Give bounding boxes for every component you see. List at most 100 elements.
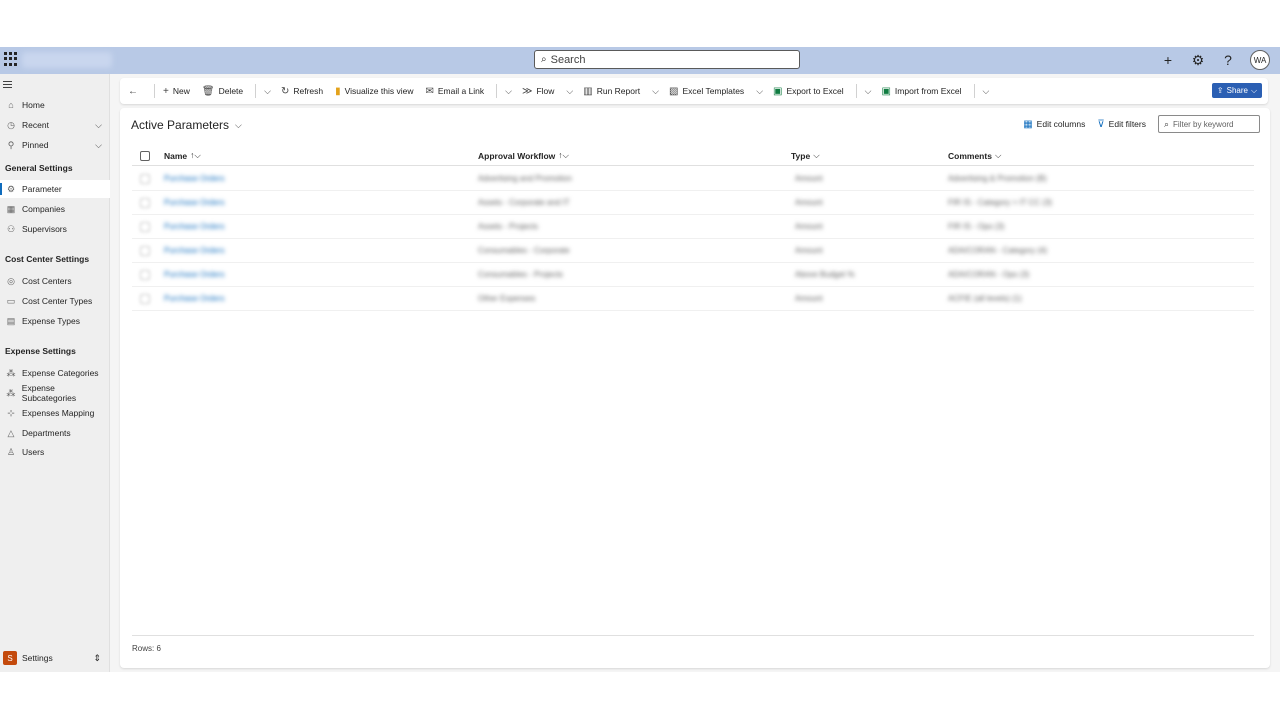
cell-approval-workflow: Consumables - Corporate bbox=[478, 246, 570, 255]
search-icon: ⌕ bbox=[541, 54, 547, 65]
avatar[interactable]: WA bbox=[1250, 50, 1270, 70]
cell-approval-workflow: Advertising and Promotion bbox=[478, 174, 572, 183]
email-link-button[interactable]: ✉ Email a Link bbox=[425, 86, 484, 97]
chevron-down-icon[interactable]: ⌵ bbox=[652, 86, 659, 97]
chevron-down-icon[interactable]: ⌵ bbox=[505, 86, 512, 97]
import-excel-button[interactable]: ▣ Import from Excel bbox=[881, 86, 961, 97]
cell-name[interactable]: Purchase Orders bbox=[164, 198, 224, 207]
divider bbox=[154, 84, 155, 98]
row-checkbox[interactable] bbox=[140, 174, 150, 184]
area-label: Settings bbox=[22, 653, 53, 663]
table-row[interactable]: Purchase Orders Assets - Corporate and I… bbox=[132, 191, 1254, 215]
row-checkbox[interactable] bbox=[140, 222, 150, 232]
sidebar-item-pinned[interactable]: ⚲ Pinned ⌵ bbox=[0, 136, 110, 154]
select-all-checkbox[interactable] bbox=[140, 151, 150, 161]
cell-name[interactable]: Purchase Orders bbox=[164, 246, 224, 255]
sidebar-item-cost-center-types[interactable]: ▭ Cost Center Types bbox=[0, 292, 110, 310]
chevron-down-icon[interactable]: ⌵ bbox=[865, 86, 872, 97]
delete-button[interactable]: 🗑 Delete bbox=[202, 86, 243, 97]
sidebar-item-expense-subcategories[interactable]: ⁂ Expense Subcategories bbox=[0, 383, 110, 403]
cell-name[interactable]: Purchase Orders bbox=[164, 174, 224, 183]
sidebar-item-expenses-mapping[interactable]: ⊹ Expenses Mapping bbox=[0, 404, 110, 422]
search-input[interactable]: ⌕ Search bbox=[534, 50, 800, 69]
shapes-icon: ⁂ bbox=[6, 367, 16, 378]
plus-icon[interactable]: + bbox=[1160, 49, 1176, 71]
sidebar-item-users[interactable]: ♙ Users bbox=[0, 443, 110, 461]
sidebar-item-departments[interactable]: △ Departments bbox=[0, 424, 110, 442]
cell-type: Above Budget % bbox=[795, 270, 855, 279]
wallet-icon: ▭ bbox=[6, 295, 16, 306]
rows-count: Rows: 6 bbox=[132, 644, 161, 653]
chevron-down-icon[interactable]: ⌵ bbox=[95, 140, 102, 151]
gear-icon[interactable]: ⚙ bbox=[1190, 49, 1206, 71]
chevron-down-icon: ⌵ bbox=[1250, 85, 1258, 95]
sidebar-item-recent[interactable]: ◷ Recent ⌵ bbox=[0, 116, 110, 134]
sidebar-item-companies[interactable]: ▦ Companies bbox=[0, 200, 110, 218]
column-header-approval-workflow[interactable]: Approval Workflow ↑⌵ bbox=[478, 150, 569, 161]
cell-approval-workflow: Consumables - Projects bbox=[478, 270, 563, 279]
column-header-comments[interactable]: Comments ⌵ bbox=[948, 150, 1001, 161]
departments-icon: △ bbox=[7, 427, 15, 438]
row-checkbox[interactable] bbox=[140, 198, 150, 208]
cell-type: Amount bbox=[795, 294, 823, 303]
back-button[interactable]: ← bbox=[128, 86, 142, 97]
edit-filters-button[interactable]: ⊽ Edit filters bbox=[1097, 119, 1146, 130]
cell-approval-workflow: Assets - Projects bbox=[478, 222, 539, 231]
receipt-icon: ▤ bbox=[6, 315, 16, 326]
app-launcher-icon[interactable] bbox=[4, 52, 18, 66]
cell-comments: Advertising & Promotion (B) bbox=[948, 174, 1047, 183]
command-bar: ← + New 🗑 Delete ⌵ ↻ Refresh ▮ Visualize thi… bbox=[120, 78, 1268, 104]
template-icon: ▧ bbox=[669, 85, 679, 97]
refresh-button[interactable]: ↻ Refresh bbox=[281, 86, 323, 97]
table-row[interactable]: Purchase Orders Consumables - Projects A… bbox=[132, 263, 1254, 287]
sort-icon: ↑⌵ bbox=[190, 150, 201, 160]
table-row[interactable]: Purchase Orders Other Expenses Amount AC… bbox=[132, 287, 1254, 311]
chart-icon: ▮ bbox=[335, 85, 341, 97]
cell-name[interactable]: Purchase Orders bbox=[164, 222, 224, 231]
building-icon: ▦ bbox=[6, 203, 16, 214]
search-placeholder: Search bbox=[550, 53, 586, 66]
help-icon[interactable]: ? bbox=[1220, 49, 1236, 71]
divider bbox=[496, 84, 498, 98]
cell-comments: ADA/CORAN - Category (4) bbox=[948, 246, 1048, 255]
row-checkbox[interactable] bbox=[140, 270, 150, 280]
chevron-down-icon[interactable]: ⌵ bbox=[264, 86, 271, 97]
sidebar-item-expense-categories[interactable]: ⁂ Expense Categories bbox=[0, 364, 110, 382]
sidebar-item-supervisors[interactable]: ⚇ Supervisors bbox=[0, 220, 110, 238]
edit-columns-button[interactable]: ▦ Edit columns bbox=[1023, 119, 1085, 130]
filter-keyword-input[interactable]: ⌕ Filter by keyword bbox=[1158, 115, 1260, 133]
sidebar-item-home[interactable]: ⌂ Home bbox=[0, 96, 110, 114]
divider bbox=[973, 84, 975, 98]
arrow-left-icon: ← bbox=[128, 85, 138, 97]
cell-name[interactable]: Purchase Orders bbox=[164, 294, 224, 303]
share-button[interactable]: ⇪ Share ⌵ bbox=[1212, 83, 1262, 98]
main-area: ← + New 🗑 Delete ⌵ ↻ Refresh ▮ Visualize thi… bbox=[110, 74, 1280, 672]
export-excel-button[interactable]: ▣ Export to Excel bbox=[773, 86, 844, 97]
chevron-down-icon[interactable]: ⌵ bbox=[566, 86, 573, 97]
chevron-down-icon[interactable]: ⌵ bbox=[756, 86, 763, 97]
sidebar-item-cost-centers[interactable]: ◎ Cost Centers bbox=[0, 272, 110, 290]
column-header-type[interactable]: Type ⌵ bbox=[791, 150, 820, 161]
table-row[interactable]: Purchase Orders Consumables - Corporate … bbox=[132, 239, 1254, 263]
new-button[interactable]: + New bbox=[163, 86, 190, 97]
visualize-button[interactable]: ▮ Visualize this view bbox=[335, 86, 413, 97]
run-report-button[interactable]: ▥ Run Report bbox=[583, 86, 640, 97]
chevron-down-icon[interactable]: ⌵ bbox=[983, 86, 990, 97]
hamburger-icon[interactable] bbox=[3, 81, 12, 90]
pin-icon: ⚲ bbox=[7, 139, 15, 150]
flow-button[interactable]: ≫ Flow bbox=[522, 86, 554, 97]
cell-name[interactable]: Purchase Orders bbox=[164, 270, 224, 279]
sidebar-item-expense-types[interactable]: ▤ Expense Types bbox=[0, 312, 110, 330]
view-selector[interactable]: Active Parameters ⌵ bbox=[131, 118, 242, 132]
column-header-name[interactable]: Name ↑⌵ bbox=[164, 150, 201, 161]
table-row[interactable]: Purchase Orders Assets - Projects Amount… bbox=[132, 215, 1254, 239]
excel-templates-button[interactable]: ▧ Excel Templates bbox=[669, 86, 744, 97]
chevron-down-icon[interactable]: ⌵ bbox=[95, 120, 102, 131]
area-switcher[interactable]: S Settings ⇕ bbox=[0, 648, 110, 668]
cell-comments: FIR IS - Category > IT CC (3) bbox=[948, 198, 1053, 207]
sidebar-item-parameter[interactable]: ⚙ Parameter bbox=[0, 180, 110, 198]
row-checkbox[interactable] bbox=[140, 294, 150, 304]
table-row[interactable]: Purchase Orders Advertising and Promotio… bbox=[132, 167, 1254, 191]
row-checkbox[interactable] bbox=[140, 246, 150, 256]
nav-group-expense: Expense Settings bbox=[5, 346, 76, 356]
